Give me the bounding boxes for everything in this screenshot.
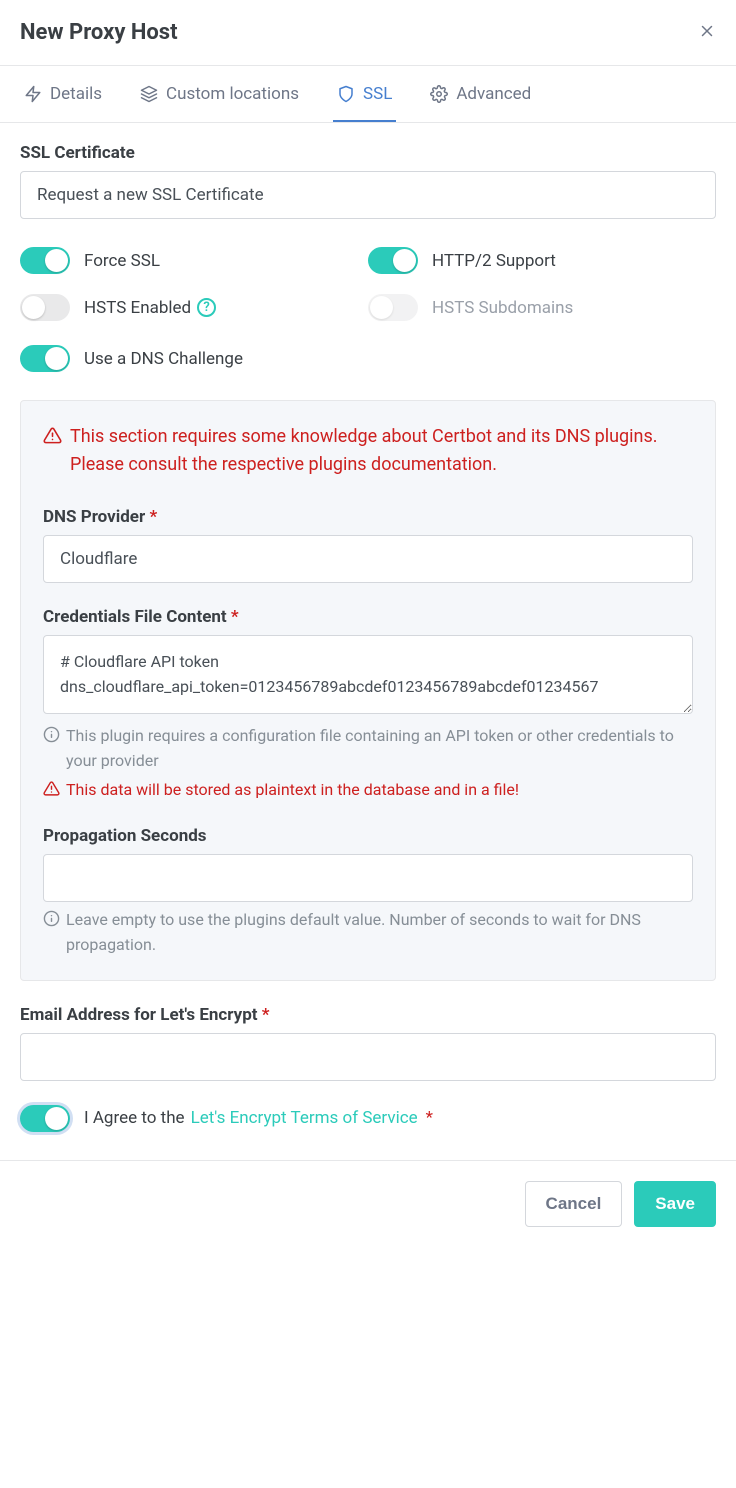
dns-challenge-label: Use a DNS Challenge xyxy=(84,349,243,369)
tab-custom-locations[interactable]: Custom locations xyxy=(136,66,303,122)
propagation-input[interactable] xyxy=(43,854,693,902)
alert-icon xyxy=(43,426,62,479)
alert-icon xyxy=(43,780,60,803)
email-label: Email Address for Let's Encrypt * xyxy=(20,1005,716,1025)
tab-label: Details xyxy=(50,84,102,104)
agree-label: I Agree to the Let's Encrypt Terms of Se… xyxy=(84,1108,433,1128)
save-button[interactable]: Save xyxy=(634,1181,716,1227)
agree-toggle[interactable] xyxy=(20,1105,70,1132)
close-button[interactable] xyxy=(698,21,716,45)
hsts-label: HSTS Enabled ? xyxy=(84,298,216,318)
tab-advanced[interactable]: Advanced xyxy=(426,66,535,122)
tab-label: Custom locations xyxy=(166,84,299,104)
force-ssl-label: Force SSL xyxy=(84,251,160,271)
tab-details[interactable]: Details xyxy=(20,66,106,122)
help-icon[interactable]: ? xyxy=(197,298,216,317)
shield-icon xyxy=(337,85,355,103)
email-input[interactable] xyxy=(20,1033,716,1081)
tab-label: Advanced xyxy=(456,84,531,104)
hsts-subdomains-label: HSTS Subdomains xyxy=(432,298,573,318)
credentials-label: Credentials File Content * xyxy=(43,607,693,627)
hsts-toggle[interactable] xyxy=(20,294,70,321)
close-icon xyxy=(698,22,716,40)
info-icon xyxy=(43,910,60,958)
credentials-textarea[interactable] xyxy=(43,635,693,714)
gear-icon xyxy=(430,85,448,103)
hsts-subdomains-toggle[interactable] xyxy=(368,294,418,321)
ssl-cert-select[interactable]: Request a new SSL Certificate xyxy=(20,171,716,219)
lightning-icon xyxy=(24,85,42,103)
tab-bar: Details Custom locations SSL Advanced xyxy=(0,66,736,123)
tab-label: SSL xyxy=(363,84,392,104)
dns-challenge-toggle[interactable] xyxy=(20,345,70,372)
http2-toggle[interactable] xyxy=(368,247,418,274)
credentials-help: This plugin requires a configuration fil… xyxy=(43,724,693,774)
modal-title: New Proxy Host xyxy=(20,20,178,45)
dns-warning: This section requires some knowledge abo… xyxy=(43,423,693,479)
dns-provider-select[interactable]: Cloudflare xyxy=(43,535,693,583)
http2-label: HTTP/2 Support xyxy=(432,251,556,271)
cancel-button[interactable]: Cancel xyxy=(525,1181,623,1227)
info-icon xyxy=(43,726,60,774)
credentials-plaintext-warn: This data will be stored as plaintext in… xyxy=(43,778,693,803)
propagation-label: Propagation Seconds xyxy=(43,826,693,846)
layers-icon xyxy=(140,85,158,103)
propagation-help: Leave empty to use the plugins default v… xyxy=(43,908,693,958)
dns-provider-label: DNS Provider * xyxy=(43,507,693,527)
dns-challenge-card: This section requires some knowledge abo… xyxy=(20,400,716,981)
terms-link[interactable]: Let's Encrypt Terms of Service xyxy=(191,1108,418,1128)
tab-ssl[interactable]: SSL xyxy=(333,66,396,122)
force-ssl-toggle[interactable] xyxy=(20,247,70,274)
ssl-cert-label: SSL Certificate xyxy=(20,143,716,163)
